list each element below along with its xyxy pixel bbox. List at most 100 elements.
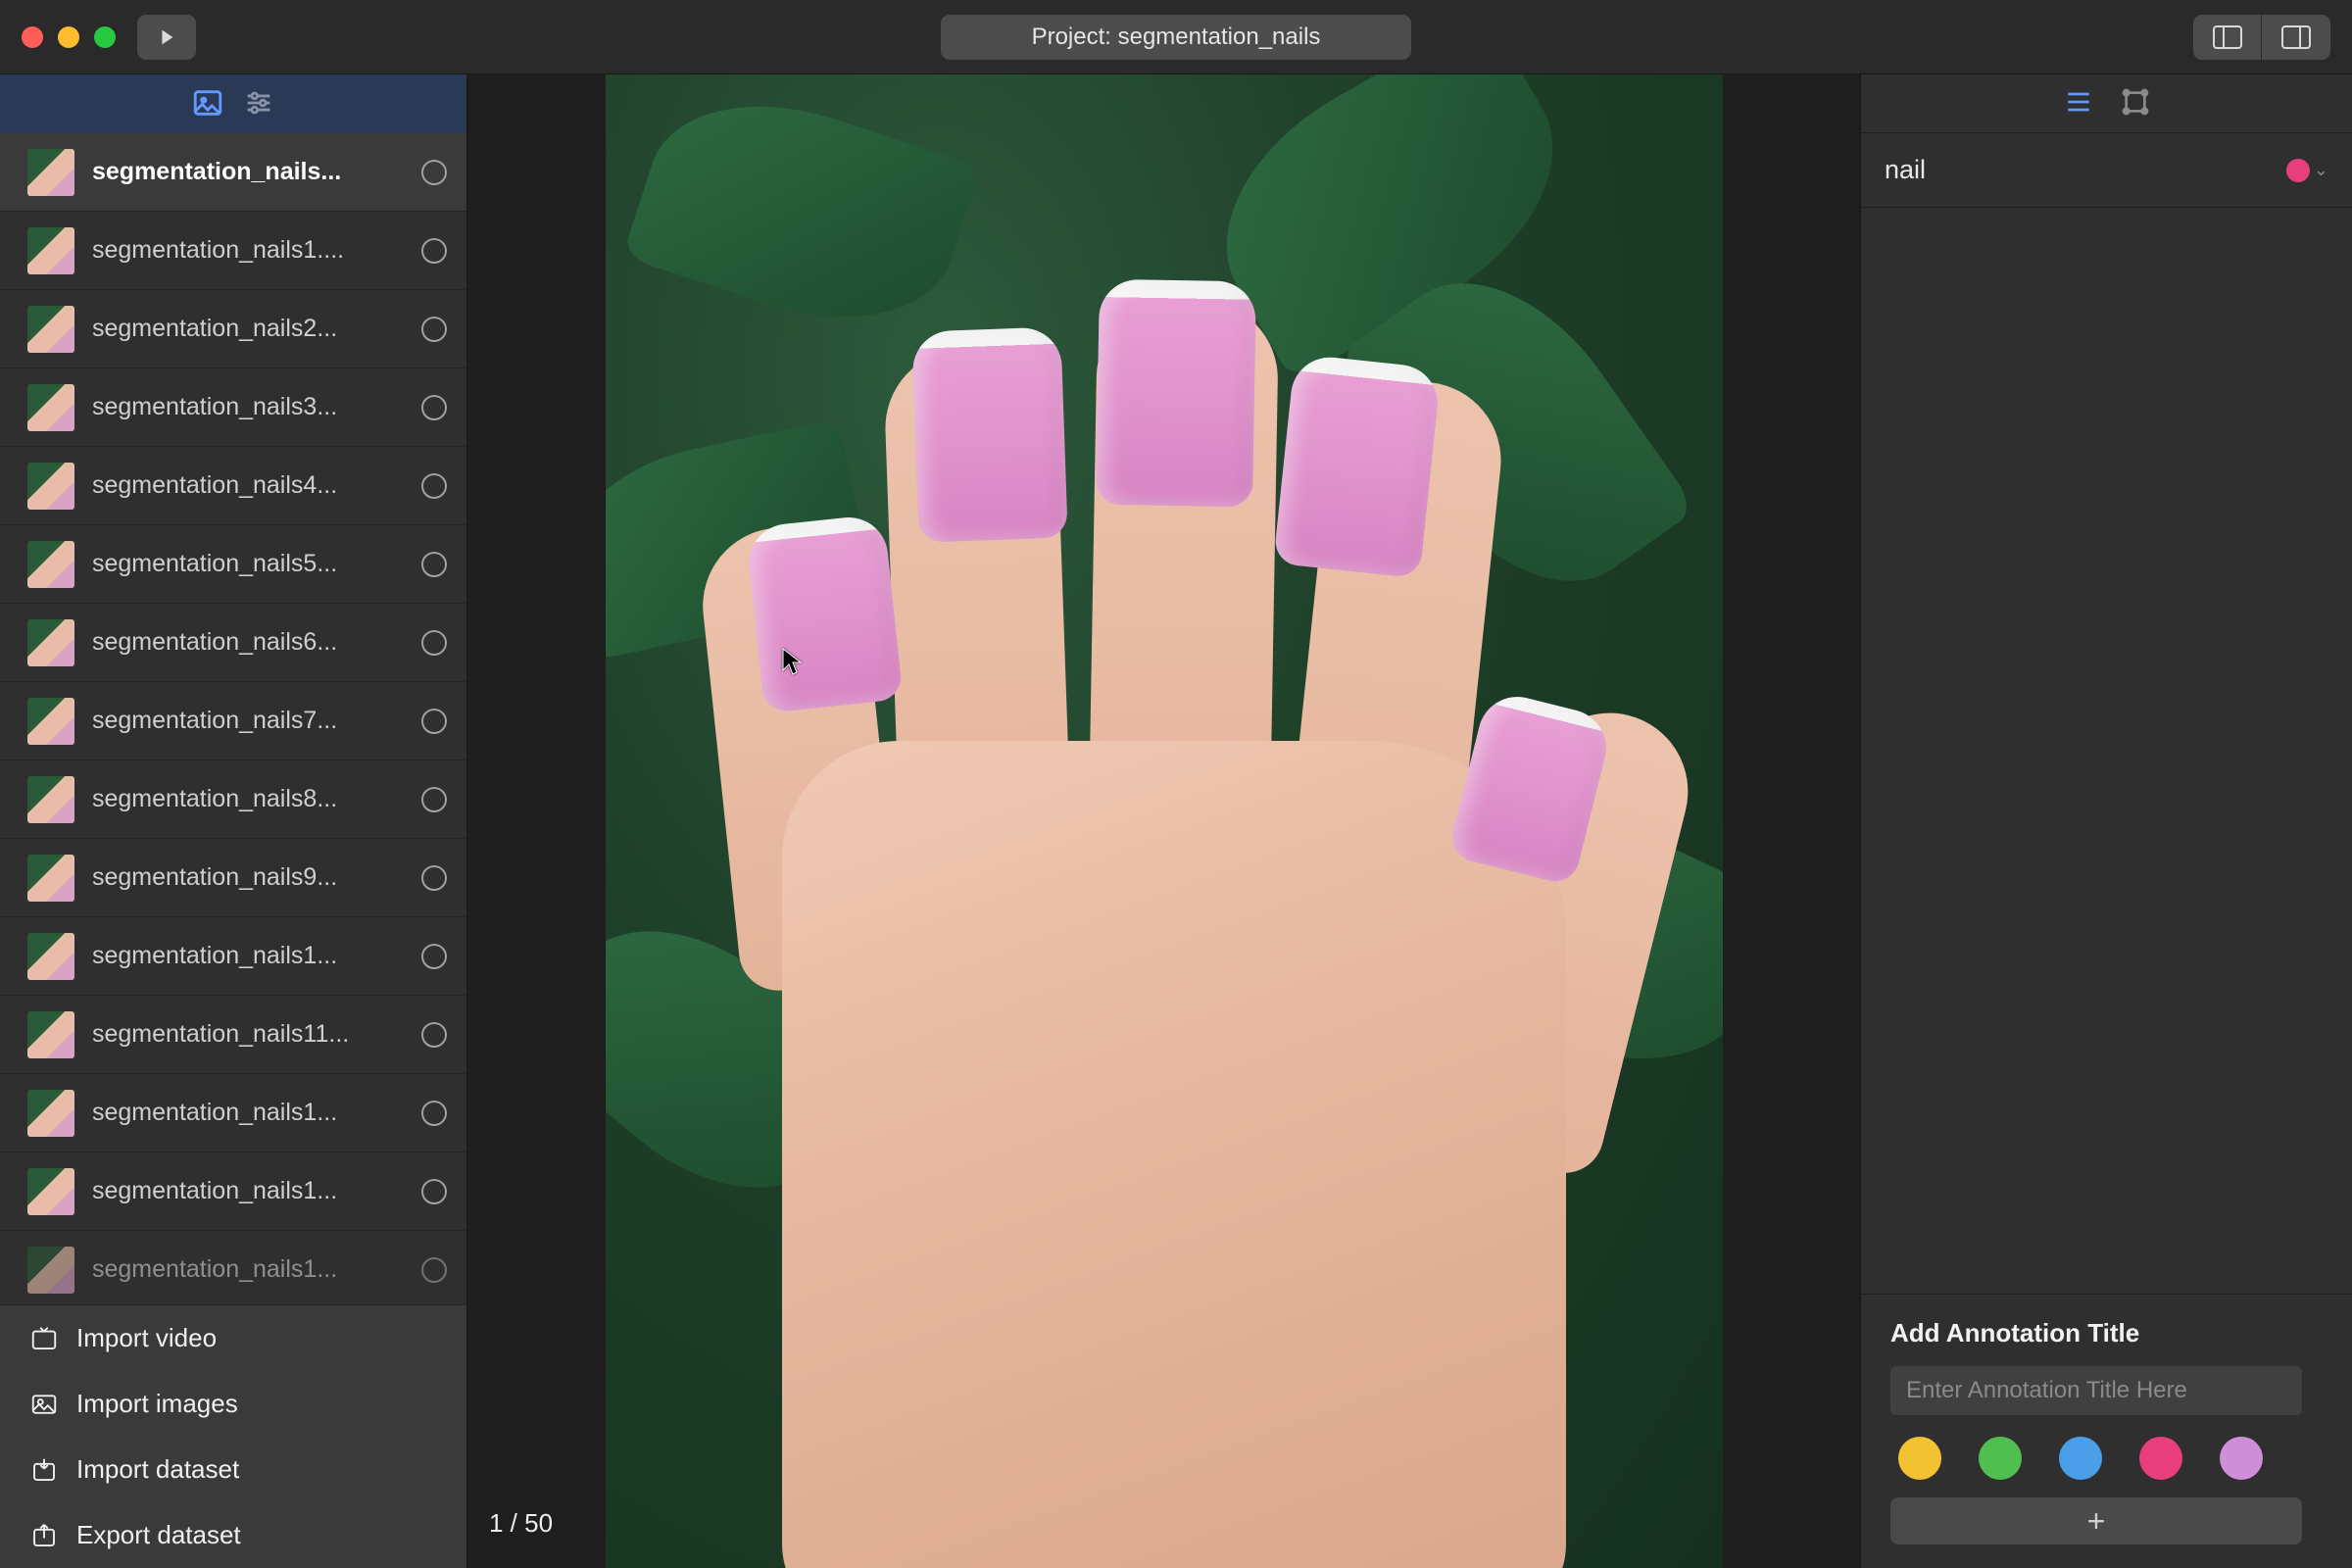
image-list-item[interactable]: segmentation_nails5...	[0, 525, 466, 604]
annotation-title-input[interactable]	[1890, 1366, 2302, 1415]
image-list-item[interactable]: segmentation_nails3...	[0, 368, 466, 447]
image-list-item[interactable]: segmentation_nails1...	[0, 1231, 466, 1309]
close-window-button[interactable]	[22, 26, 43, 48]
images-tab[interactable]	[191, 86, 224, 122]
image-thumbnail	[27, 1168, 74, 1215]
add-annotation-heading: Add Annotation Title	[1890, 1318, 2323, 1348]
import-dataset-button[interactable]: Import dataset	[0, 1437, 466, 1502]
annotation-class-row[interactable]: nail ⌄	[1861, 133, 2352, 208]
color-option-blue[interactable]	[2059, 1437, 2102, 1480]
import-video-icon	[29, 1324, 59, 1353]
image-thumbnail	[27, 463, 74, 510]
image-name: segmentation_nails4...	[92, 471, 404, 500]
import-images-button[interactable]: Import images	[0, 1371, 466, 1437]
status-indicator[interactable]	[421, 552, 447, 577]
status-indicator[interactable]	[421, 865, 447, 891]
image-thumbnail	[27, 306, 74, 353]
settings-tab[interactable]	[242, 86, 275, 122]
status-indicator[interactable]	[421, 787, 447, 812]
image-name: segmentation_nails9...	[92, 863, 404, 892]
status-indicator[interactable]	[421, 317, 447, 342]
layout-left-panel-button[interactable]	[2193, 15, 2262, 60]
image-list-item[interactable]: segmentation_nails1...	[0, 917, 466, 996]
image-thumbnail	[27, 227, 74, 274]
image-list-item[interactable]: segmentation_nails7...	[0, 682, 466, 760]
image-name: segmentation_nails6...	[92, 628, 404, 657]
play-button[interactable]	[137, 15, 196, 60]
import-dataset-label: Import dataset	[76, 1454, 239, 1485]
annotation-class-label: nail	[1885, 155, 1926, 185]
status-indicator[interactable]	[421, 944, 447, 969]
titlebar: Project: segmentation_nails	[0, 0, 2352, 74]
image-name: segmentation_nails5...	[92, 550, 404, 578]
status-indicator[interactable]	[421, 1022, 447, 1048]
project-title-text: Project: segmentation_nails	[1032, 24, 1321, 51]
export-dataset-label: Export dataset	[76, 1520, 241, 1550]
maximize-window-button[interactable]	[94, 26, 116, 48]
color-option-yellow[interactable]	[1898, 1437, 1941, 1480]
add-annotation-button[interactable]: +	[1890, 1497, 2302, 1544]
project-title-pill[interactable]: Project: segmentation_nails	[941, 15, 1411, 60]
bbox-view-tab[interactable]	[2120, 86, 2151, 121]
image-thumbnail	[27, 698, 74, 745]
status-indicator[interactable]	[421, 630, 447, 656]
image-list-item[interactable]: segmentation_nails1....	[0, 212, 466, 290]
play-icon	[156, 26, 177, 48]
image-thumbnail	[27, 1090, 74, 1137]
layout-left-icon	[2213, 25, 2242, 49]
status-indicator[interactable]	[421, 1101, 447, 1126]
color-option-green[interactable]	[1979, 1437, 2022, 1480]
hand-graphic	[684, 270, 1664, 1568]
add-annotation-panel: Add Annotation Title +	[1861, 1294, 2352, 1568]
import-video-label: Import video	[76, 1323, 217, 1353]
canvas-image	[606, 74, 1723, 1568]
status-indicator[interactable]	[421, 709, 447, 734]
canvas-area[interactable]: 1 / 50	[467, 74, 1860, 1568]
image-thumbnail	[27, 384, 74, 431]
status-indicator[interactable]	[421, 1179, 447, 1204]
export-dataset-icon	[29, 1521, 59, 1550]
image-thumbnail	[27, 855, 74, 902]
window-traffic-lights	[22, 26, 116, 48]
image-list-item[interactable]: segmentation_nails1...	[0, 1152, 466, 1231]
minimize-window-button[interactable]	[58, 26, 79, 48]
color-option-purple[interactable]	[2220, 1437, 2263, 1480]
import-panel: Import video Import images Import datase…	[0, 1304, 466, 1568]
import-dataset-icon	[29, 1455, 59, 1485]
image-list-item[interactable]: segmentation_nails6...	[0, 604, 466, 682]
annotation-color-picker	[1890, 1433, 2323, 1480]
image-thumbnail	[27, 149, 74, 196]
image-name: segmentation_nails2...	[92, 315, 404, 343]
image-list-item[interactable]: segmentation_nails11...	[0, 996, 466, 1074]
status-indicator[interactable]	[421, 238, 447, 264]
image-thumbnail	[27, 619, 74, 666]
left-sidebar-tabs	[0, 74, 466, 133]
layout-right-panel-button[interactable]	[2262, 15, 2330, 60]
image-thumbnail	[27, 1247, 74, 1294]
import-images-label: Import images	[76, 1389, 238, 1419]
image-name: segmentation_nails1...	[92, 1177, 404, 1205]
status-indicator[interactable]	[421, 395, 447, 420]
image-list-item[interactable]: segmentation_nails1...	[0, 1074, 466, 1152]
right-sidebar-tabs	[1861, 74, 2352, 133]
status-indicator[interactable]	[421, 473, 447, 499]
image-list-item[interactable]: segmentation_nails4...	[0, 447, 466, 525]
image-list-item[interactable]: segmentation_nails...	[0, 133, 466, 212]
image-name: segmentation_nails8...	[92, 785, 404, 813]
export-dataset-button[interactable]: Export dataset	[0, 1502, 466, 1568]
annotation-color-swatch[interactable]	[2286, 159, 2310, 182]
right-sidebar: nail ⌄ Add Annotation Title +	[1860, 74, 2352, 1568]
image-icon	[191, 86, 224, 120]
list-view-tab[interactable]	[2063, 86, 2094, 121]
image-name: segmentation_nails3...	[92, 393, 404, 421]
image-list-item[interactable]: segmentation_nails2...	[0, 290, 466, 368]
image-list-item[interactable]: segmentation_nails9...	[0, 839, 466, 917]
import-video-button[interactable]: Import video	[0, 1305, 466, 1371]
color-option-pink[interactable]	[2139, 1437, 2182, 1480]
annotation-list-empty	[1861, 208, 2352, 1294]
app-root: Project: segmentation_nails	[0, 0, 2352, 1568]
status-indicator[interactable]	[421, 1257, 447, 1283]
image-name: segmentation_nails1...	[92, 1099, 404, 1127]
image-list-item[interactable]: segmentation_nails8...	[0, 760, 466, 839]
status-indicator[interactable]	[421, 160, 447, 185]
